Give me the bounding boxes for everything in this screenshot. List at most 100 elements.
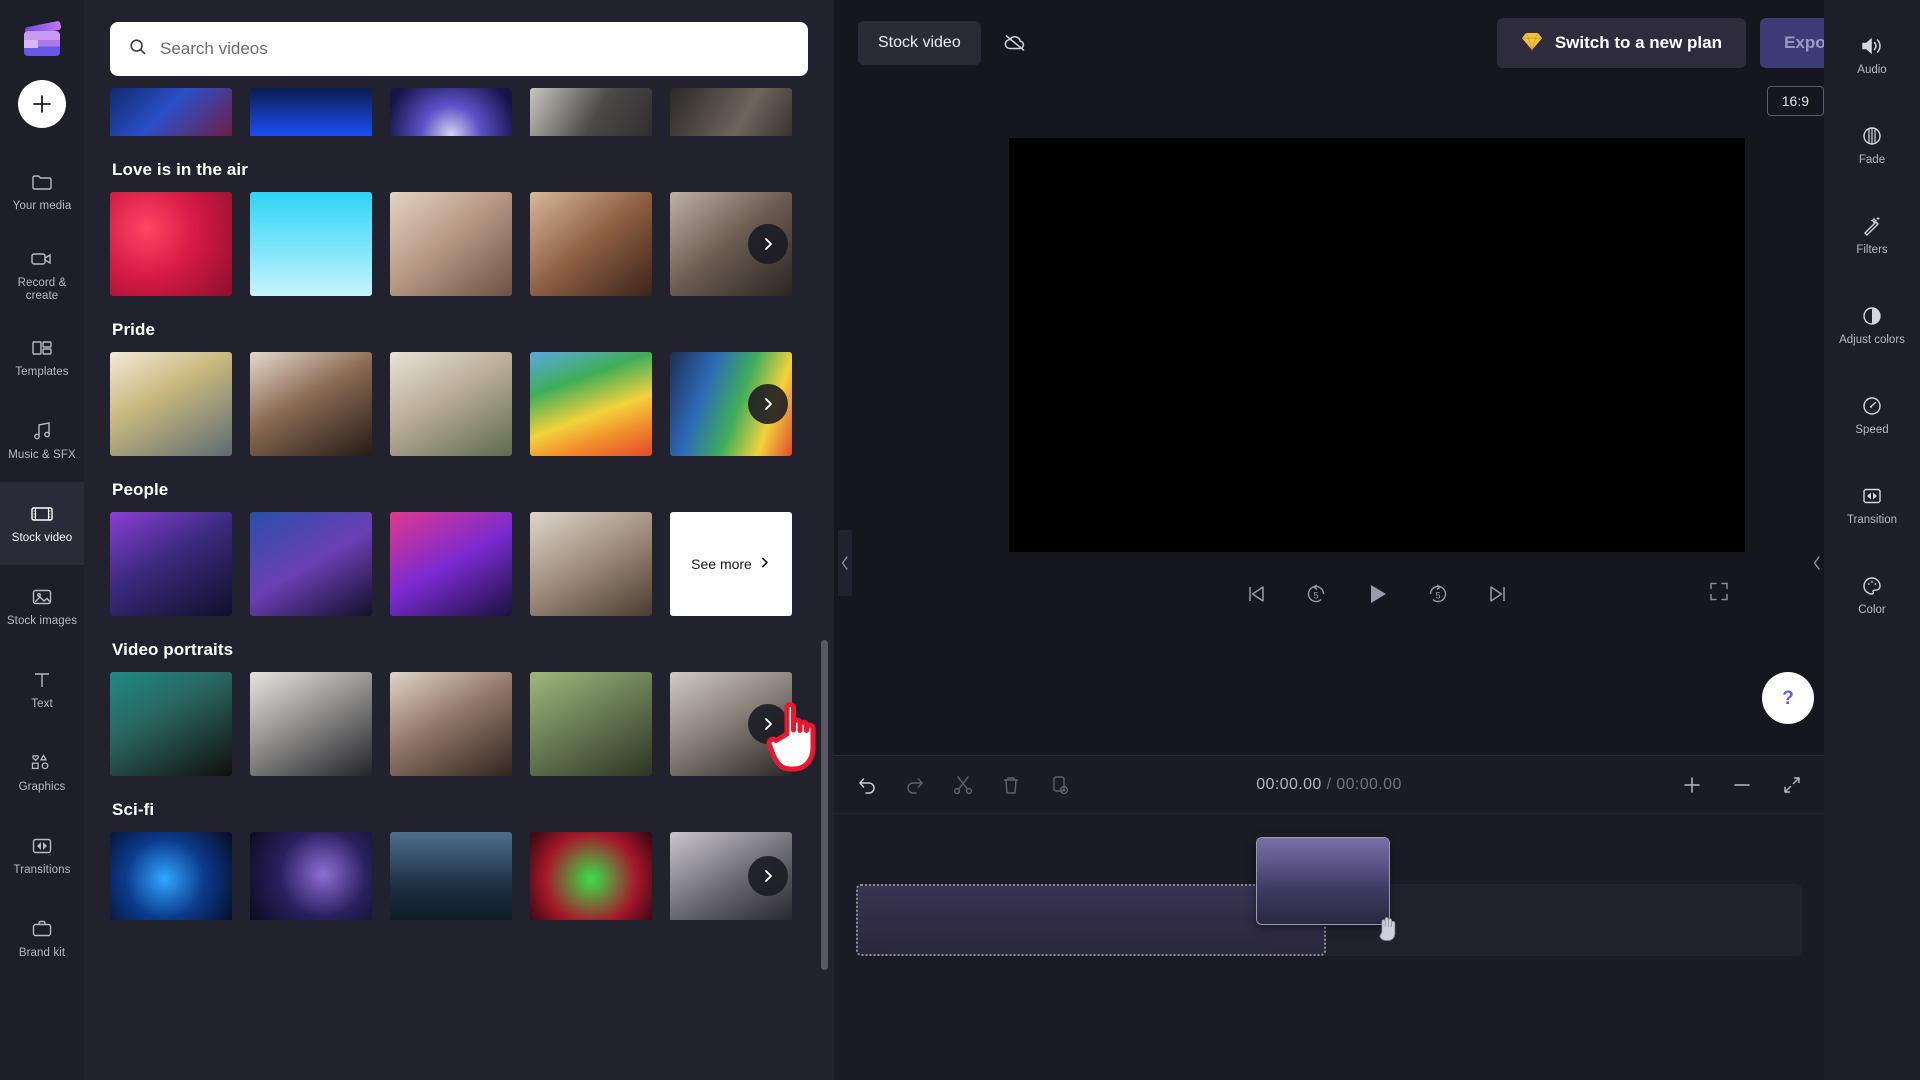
sidebar-item-record-create[interactable]: Record & create <box>0 233 84 316</box>
sidebar-item-stock-video[interactable]: Stock video <box>0 482 84 565</box>
stock-tile-friends-outdoors[interactable] <box>530 672 652 776</box>
next-page-button[interactable] <box>748 856 788 896</box>
stock-tile-spaceship-in-space[interactable] <box>250 832 372 920</box>
right-item-speed[interactable]: Speed <box>1824 370 1920 460</box>
transition-icon <box>30 834 54 858</box>
collapse-library-panel-button[interactable] <box>838 530 852 596</box>
skip-previous-icon[interactable] <box>1243 581 1269 607</box>
top-toolbar: Stock video Switch to a new plan Export <box>834 0 1920 86</box>
split-icon[interactable] <box>952 774 974 796</box>
right-item-adjust-colors[interactable]: Adjust colors <box>1824 280 1920 370</box>
stock-tile-woman-with-plant[interactable] <box>390 352 512 456</box>
see-more-label: See more <box>691 556 752 572</box>
zoom-out-icon[interactable] <box>1732 775 1752 795</box>
sidebar-item-your-media[interactable]: Your media <box>0 150 84 233</box>
collapse-right-panel-button[interactable] <box>1810 530 1824 596</box>
sidebar-item-text[interactable]: Text <box>0 648 84 731</box>
stock-tile-tech-hud-circle[interactable] <box>390 88 512 136</box>
stock-tile-ufo-over-landscape[interactable] <box>390 832 512 920</box>
sidebar-item-label: Your media <box>12 200 72 212</box>
stock-tile-young-man-smiling[interactable] <box>390 672 512 776</box>
stock-tile-neon-portrait-purple[interactable] <box>110 512 232 616</box>
forward-5-icon[interactable]: 5 <box>1425 581 1451 607</box>
zoom-in-icon[interactable] <box>1682 775 1702 795</box>
stock-tile-gamer-at-desk[interactable] <box>250 512 372 616</box>
timeline-track[interactable] <box>856 837 1802 956</box>
redo-icon[interactable] <box>904 774 926 796</box>
stock-video-chip[interactable]: Stock video <box>858 21 981 65</box>
folder-icon <box>30 170 54 194</box>
sidebar-item-label: Music & SFX <box>8 449 76 461</box>
see-more-button[interactable]: See more <box>670 512 792 616</box>
stock-video-library-panel: Love is in the air Pride <box>84 0 834 1080</box>
delete-icon[interactable] <box>1000 774 1022 796</box>
search-box[interactable] <box>110 22 808 76</box>
aspect-ratio-row: 16:9 <box>834 86 1920 116</box>
stock-tile-cyan-gradient-sky[interactable] <box>250 192 372 296</box>
stock-tile-blue-planet-glow[interactable] <box>110 832 232 920</box>
duplicate-icon[interactable] <box>1048 774 1070 796</box>
sidebar-item-music-sfx[interactable]: Music & SFX <box>0 399 84 482</box>
right-item-label: Speed <box>1855 424 1889 436</box>
stock-tile-abstract-blue-dots[interactable] <box>110 88 232 136</box>
next-page-button[interactable] <box>748 224 788 264</box>
stock-tile-phone-filming-couple[interactable] <box>250 672 372 776</box>
sidebar-item-stock-images[interactable]: Stock images <box>0 565 84 648</box>
right-item-label: Adjust colors <box>1839 334 1905 346</box>
stock-tile-rainbow-flag-couple[interactable] <box>530 352 652 456</box>
right-item-color[interactable]: Color <box>1824 550 1920 640</box>
sidebar-item-graphics[interactable]: Graphics <box>0 731 84 814</box>
right-item-audio[interactable]: Audio <box>1824 10 1920 100</box>
stock-tile-smiling-woman-portrait[interactable] <box>530 192 652 296</box>
timeline-body[interactable] <box>834 814 1824 1080</box>
help-button[interactable]: ? <box>1762 672 1814 724</box>
stock-tile-red-paper-hearts[interactable] <box>110 192 232 296</box>
right-item-transition[interactable]: Transition <box>1824 460 1920 550</box>
svg-text:?: ? <box>1782 688 1794 709</box>
undo-icon[interactable] <box>856 774 878 796</box>
stock-tile-reporter-microphone[interactable] <box>530 88 652 136</box>
library-scroll-area[interactable]: Love is in the air Pride People See more… <box>84 88 834 1080</box>
pointing-hand-cursor <box>766 690 838 781</box>
stock-video-chip-label: Stock video <box>878 34 961 51</box>
palette-icon <box>1860 574 1884 598</box>
play-button[interactable] <box>1363 580 1391 608</box>
stock-tile-couple-hugging-winter[interactable] <box>390 192 512 296</box>
stock-tile-couple-embracing[interactable] <box>250 352 372 456</box>
sidebar-item-templates[interactable]: Templates <box>0 316 84 399</box>
stock-tile-older-woman-teal-bg[interactable] <box>110 672 232 776</box>
section-title: Sci-fi <box>112 800 155 819</box>
search-input[interactable] <box>160 39 790 59</box>
aspect-ratio-badge[interactable]: 16:9 <box>1766 86 1824 116</box>
add-media-button[interactable] <box>18 80 66 128</box>
switch-plan-button[interactable]: Switch to a new plan <box>1496 18 1746 68</box>
speaker-icon <box>1859 34 1885 58</box>
stock-tile-alien-head-green[interactable] <box>530 832 652 920</box>
search-icon <box>128 37 148 62</box>
fullscreen-icon[interactable] <box>1708 581 1730 608</box>
magic-wand-icon <box>1860 214 1884 238</box>
stock-tile-dark-portrait[interactable] <box>670 88 792 136</box>
stock-tile-woman-neon-pink[interactable] <box>390 512 512 616</box>
stock-tile-family-in-kitchen[interactable] <box>530 512 652 616</box>
video-preview-canvas[interactable] <box>1009 138 1745 552</box>
clipchamp-editor: Your media Record & create Templates Mus… <box>0 0 1920 1080</box>
left-sidebar-items: Your media Record & create Templates Mus… <box>0 150 84 980</box>
library-section-video-portraits: Video portraits <box>110 640 808 776</box>
stock-tile-blue-light-tunnel[interactable] <box>250 88 372 136</box>
sidebar-item-label: Templates <box>15 366 69 378</box>
sidebar-item-label: Record & create <box>17 276 67 302</box>
svg-text:5: 5 <box>1313 591 1318 601</box>
right-item-fade[interactable]: Fade <box>1824 100 1920 190</box>
fit-to-screen-icon[interactable] <box>1782 775 1802 795</box>
rewind-5-icon[interactable]: 5 <box>1303 581 1329 607</box>
right-item-label: Transition <box>1846 514 1898 526</box>
next-page-button[interactable] <box>748 384 788 424</box>
mountain-aurora-clip[interactable] <box>1256 837 1390 925</box>
cloud-off-icon[interactable] <box>995 23 1035 63</box>
sidebar-item-transitions[interactable]: Transitions <box>0 814 84 897</box>
sidebar-item-brand-kit[interactable]: Brand kit <box>0 897 84 980</box>
right-item-filters[interactable]: Filters <box>1824 190 1920 280</box>
stock-tile-two-men-laughing[interactable] <box>110 352 232 456</box>
skip-next-icon[interactable] <box>1485 581 1511 607</box>
